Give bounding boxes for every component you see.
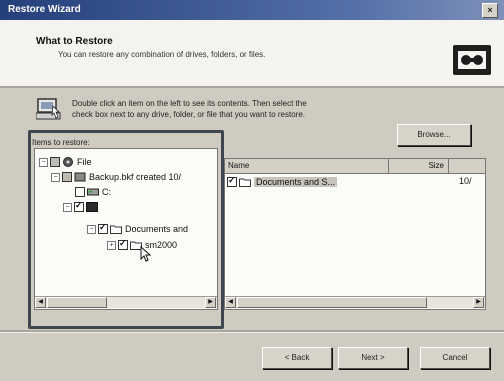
back-button[interactable]: < Back	[262, 347, 332, 369]
restore-wizard-window: Restore Wizard × What to Restore You can…	[0, 0, 504, 381]
instructions-text: Double click an item on the left to see …	[72, 98, 412, 120]
collapse-icon[interactable]: −	[87, 224, 96, 234]
tree-label: File	[77, 157, 92, 167]
list-horizontal-scrollbar[interactable]: ◀ ▶	[225, 296, 485, 308]
scroll-thumb[interactable]	[47, 297, 107, 308]
items-to-restore-label: Items to restore:	[32, 138, 90, 147]
contents-list[interactable]: Name Size Documents and S... 10/ ◀ ▶	[224, 158, 486, 310]
file-checkbox[interactable]	[50, 157, 60, 167]
backup-tape-icon	[453, 45, 491, 75]
collapse-icon[interactable]: −	[51, 172, 60, 182]
tree-row-backup[interactable]: − Backup.bkf created 10/	[51, 170, 181, 184]
instructions-line: Double click an item on the left to see …	[72, 99, 307, 108]
collapse-icon[interactable]: −	[39, 157, 48, 167]
file-icon	[63, 157, 73, 167]
instructions-line: check box next to any drive, folder, or …	[72, 110, 306, 119]
tree-label: C:	[102, 187, 111, 197]
drive-icon	[87, 188, 99, 196]
backup-checkbox[interactable]	[62, 172, 72, 182]
scroll-right-icon[interactable]: ▶	[473, 297, 484, 308]
list-item-checkbox[interactable]	[227, 175, 237, 187]
column-name[interactable]: Name	[225, 159, 389, 173]
page-title: What to Restore	[36, 36, 113, 47]
list-item[interactable]: Documents and S...	[227, 175, 338, 189]
scroll-right-icon[interactable]: ▶	[205, 297, 216, 308]
expand-icon[interactable]: +	[107, 240, 116, 250]
tree-row-documents[interactable]: − Documents and	[87, 222, 188, 236]
title-bar[interactable]: Restore Wizard ×	[0, 0, 504, 20]
folder-icon	[110, 225, 122, 234]
tree-row-drive-c[interactable]: C:	[75, 185, 111, 199]
column-size[interactable]: Size	[389, 159, 449, 173]
cancel-button[interactable]: Cancel	[420, 347, 490, 369]
restore-tree[interactable]: − File − Backup.bkf created 10/ C: − ✓ −…	[34, 148, 218, 310]
browse-button[interactable]: Browse...	[397, 124, 471, 146]
scroll-left-icon[interactable]: ◀	[35, 297, 46, 308]
mouse-pointer-icon	[140, 246, 152, 262]
collapse-icon[interactable]: −	[63, 202, 72, 212]
wizard-header: What to Restore You can restore any comb…	[0, 20, 504, 88]
list-item-size: 10/	[459, 176, 472, 186]
scroll-thumb[interactable]	[237, 297, 427, 308]
drive-c-checkbox[interactable]	[75, 187, 85, 197]
documents-checkbox[interactable]	[98, 222, 108, 234]
tree-row-drive[interactable]: −	[63, 200, 101, 214]
tree-row-file[interactable]: − File	[39, 155, 92, 169]
next-button[interactable]: Next >	[338, 347, 408, 369]
tree-horizontal-scrollbar[interactable]: ◀ ▶	[35, 296, 217, 308]
footer-divider	[0, 330, 504, 333]
drive-icon	[86, 202, 98, 212]
scroll-left-icon[interactable]: ◀	[225, 297, 236, 308]
page-subtitle: You can restore any combination of drive…	[58, 50, 266, 59]
backup-file-icon	[74, 172, 86, 182]
tree-label: Backup.bkf created 10/	[89, 172, 182, 182]
list-header: Name Size	[225, 159, 485, 174]
window-title: Restore Wizard	[8, 4, 81, 15]
folder-icon	[239, 178, 251, 187]
sm2000-checkbox[interactable]	[118, 238, 128, 250]
drive-checkbox[interactable]	[74, 200, 84, 212]
list-item-name: Documents and S...	[254, 177, 338, 187]
close-button[interactable]: ×	[482, 3, 498, 18]
computer-icon	[36, 98, 61, 120]
tree-label: Documents and	[125, 224, 189, 234]
